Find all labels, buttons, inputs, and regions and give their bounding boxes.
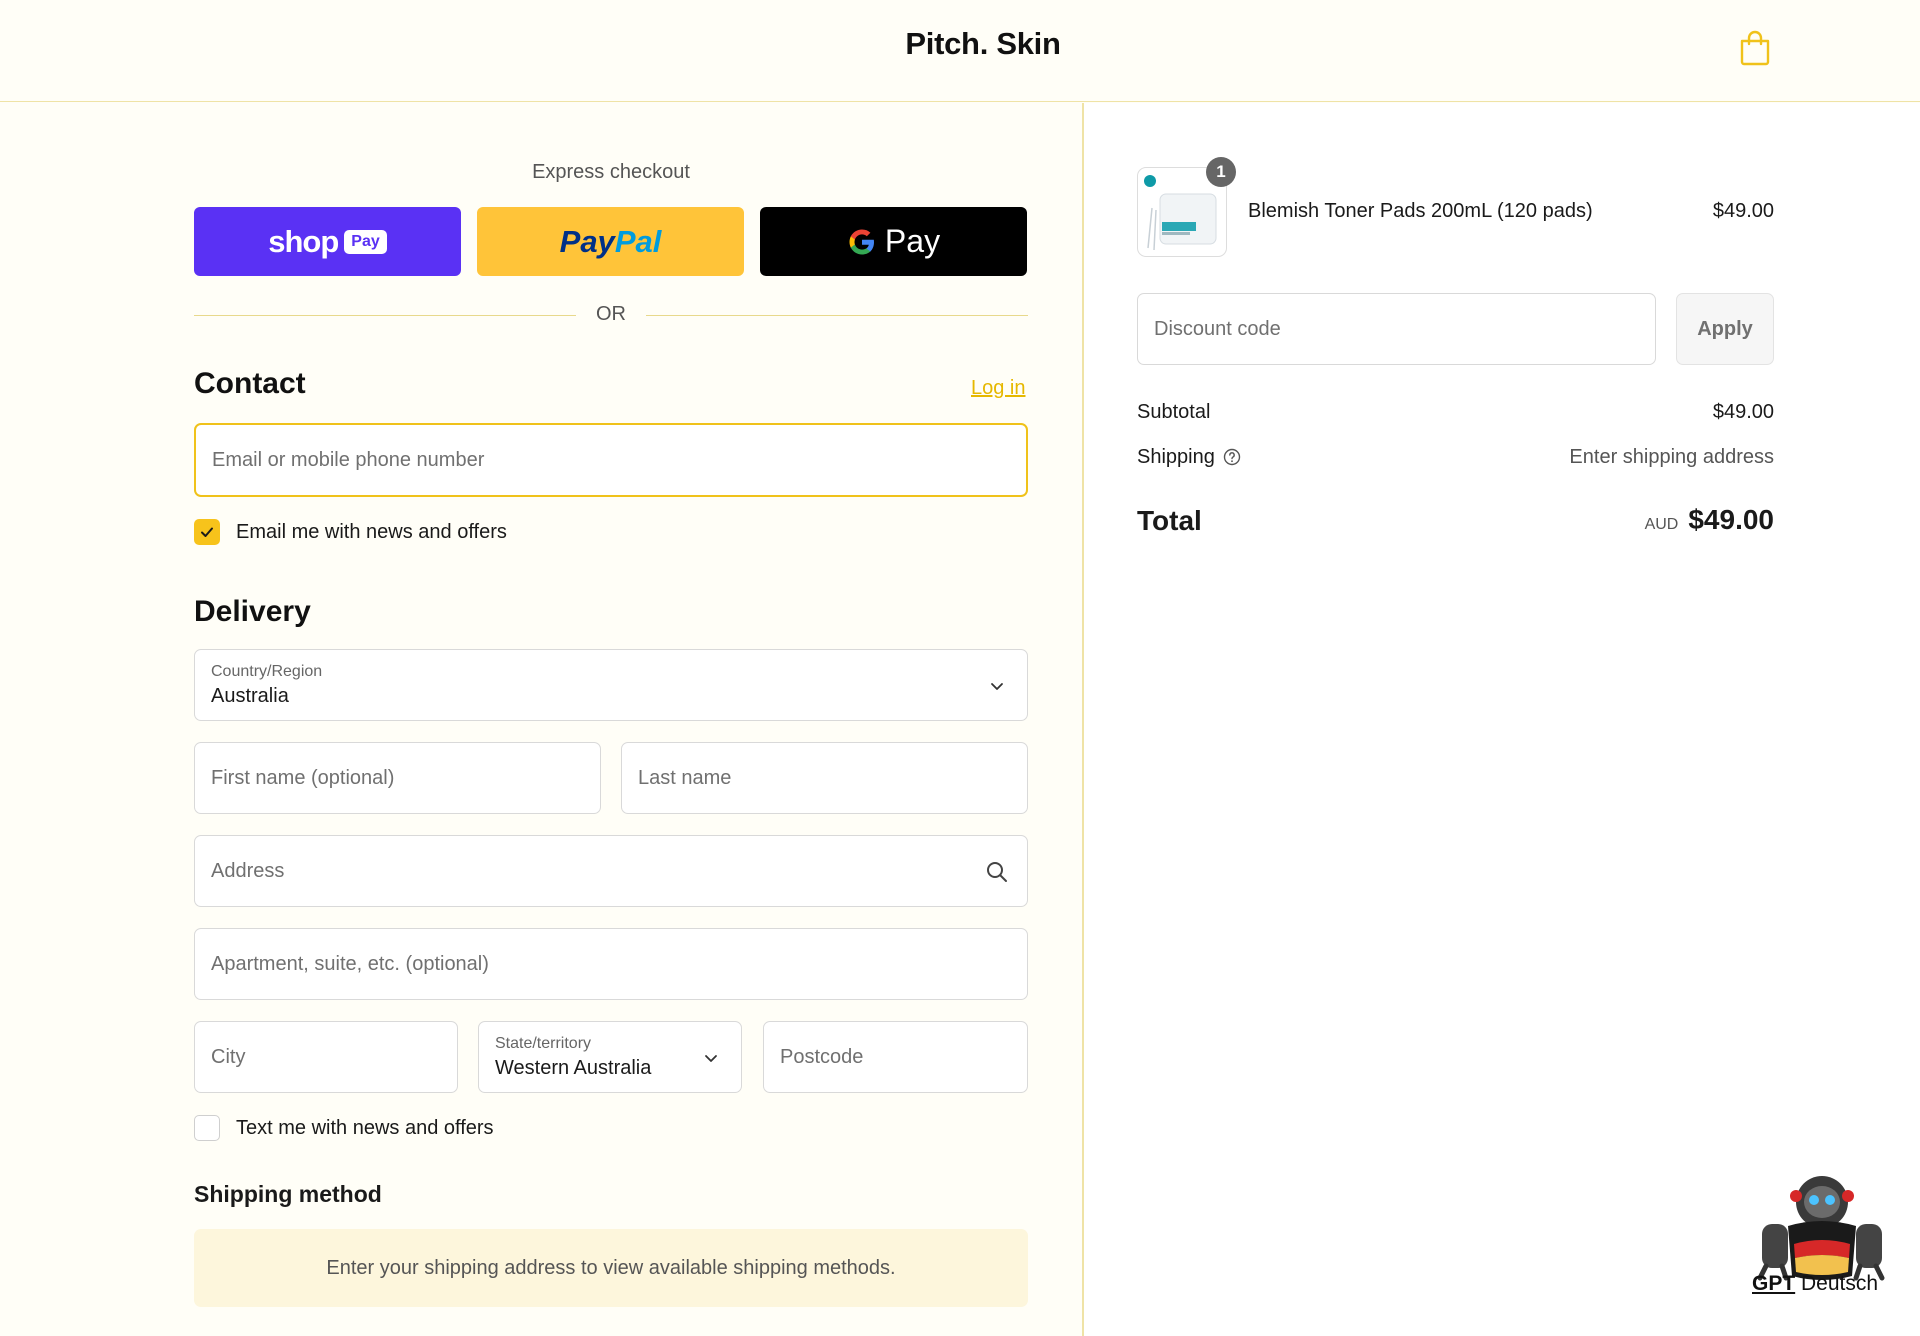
text-news-checkbox-row[interactable]: Text me with news and offers xyxy=(194,1115,494,1141)
login-link[interactable]: Log in xyxy=(971,377,1026,400)
watermark-text: GPT Deutsch xyxy=(1752,1272,1878,1296)
paypal-logo: PayPal xyxy=(560,224,662,260)
paypal-pal-text: Pal xyxy=(614,223,662,259)
header: Pitch. Skin xyxy=(0,0,1920,102)
watermark-word: Deutsch xyxy=(1801,1272,1879,1295)
shop-pay-badge: Pay xyxy=(344,229,387,254)
currency-code: AUD xyxy=(1644,516,1679,533)
express-checkout-title: Express checkout xyxy=(532,161,690,183)
contact-title: Contact xyxy=(194,367,306,400)
state-label: State/territory xyxy=(495,1035,592,1052)
chevron-down-icon xyxy=(705,1055,717,1062)
text-news-checkbox[interactable] xyxy=(194,1115,220,1141)
or-separator: OR xyxy=(194,303,1028,333)
shipping-row: Shipping Enter shipping address xyxy=(1137,446,1774,469)
google-pay-text: Pay xyxy=(884,223,941,259)
email-input[interactable] xyxy=(212,425,1010,495)
email-news-checkbox[interactable] xyxy=(194,519,220,545)
apartment-input[interactable] xyxy=(211,929,1011,999)
paypal-pay-text: Pay xyxy=(559,223,615,259)
checkout-form: Express checkout shop Pay PayPal Pay OR … xyxy=(0,103,1082,1336)
total-value: $49.00 xyxy=(1688,504,1774,535)
email-news-label: Email me with news and offers xyxy=(236,520,507,543)
subtotal-row: Subtotal $49.00 xyxy=(1137,401,1774,424)
google-g-icon xyxy=(849,229,874,254)
checkmark-icon xyxy=(201,527,213,537)
shipping-method-title: Shipping method xyxy=(194,1181,382,1207)
watermark-bold: GPT xyxy=(1752,1272,1796,1295)
text-news-label: Text me with news and offers xyxy=(236,1116,494,1139)
shipping-label: Shipping xyxy=(1137,446,1215,468)
shipping-value: Enter shipping address xyxy=(1569,446,1774,468)
total-label: Total xyxy=(1137,505,1202,536)
order-summary: Blemish Toner Pads 200mL (120 pads) $49.… xyxy=(1084,103,1920,1336)
subtotal-value: $49.00 xyxy=(1712,401,1774,423)
paypal-button[interactable]: PayPal xyxy=(477,207,744,276)
shopping-bag-icon[interactable] xyxy=(1738,30,1772,66)
shop-pay-word: shop xyxy=(268,223,339,259)
separator-line xyxy=(646,315,1028,316)
country-value: Australia xyxy=(211,685,289,707)
address-input[interactable] xyxy=(211,836,1011,906)
state-value: Western Australia xyxy=(495,1057,652,1079)
product-name: Blemish Toner Pads 200mL (120 pads) xyxy=(1248,200,1593,222)
city-input[interactable] xyxy=(211,1022,441,1092)
subtotal-label: Subtotal xyxy=(1137,401,1211,423)
first-name-input[interactable] xyxy=(211,743,584,813)
discount-field[interactable] xyxy=(1137,293,1656,365)
search-icon[interactable] xyxy=(985,860,1009,884)
country-select[interactable]: Country/Region Australia xyxy=(194,649,1028,721)
address-field[interactable] xyxy=(194,835,1028,907)
postcode-field[interactable] xyxy=(763,1021,1028,1093)
email-field[interactable] xyxy=(194,423,1028,497)
delivery-title: Delivery xyxy=(194,595,311,628)
discount-input[interactable] xyxy=(1154,294,1639,364)
google-pay-button[interactable]: Pay xyxy=(760,207,1027,276)
state-select[interactable]: State/territory Western Australia xyxy=(478,1021,742,1093)
quantity-badge: 1 xyxy=(1206,157,1236,187)
total-value-group: AUD $49.00 xyxy=(1645,504,1774,536)
product-price: $49.00 xyxy=(1712,200,1774,222)
last-name-input[interactable] xyxy=(638,743,1011,813)
apply-button[interactable]: Apply xyxy=(1676,293,1774,365)
apartment-field[interactable] xyxy=(194,928,1028,1000)
country-label: Country/Region xyxy=(211,663,323,680)
chevron-down-icon xyxy=(991,683,1003,690)
postcode-input[interactable] xyxy=(780,1022,1011,1092)
brand-logo[interactable]: Pitch. Skin xyxy=(0,26,1920,62)
help-circle-icon[interactable] xyxy=(1223,448,1241,466)
first-name-field[interactable] xyxy=(194,742,601,814)
shop-pay-button[interactable]: shop Pay xyxy=(194,207,461,276)
city-field[interactable] xyxy=(194,1021,458,1093)
email-news-checkbox-row[interactable]: Email me with news and offers xyxy=(194,519,507,545)
last-name-field[interactable] xyxy=(621,742,1028,814)
shipping-method-notice: Enter your shipping address to view avai… xyxy=(194,1229,1028,1307)
